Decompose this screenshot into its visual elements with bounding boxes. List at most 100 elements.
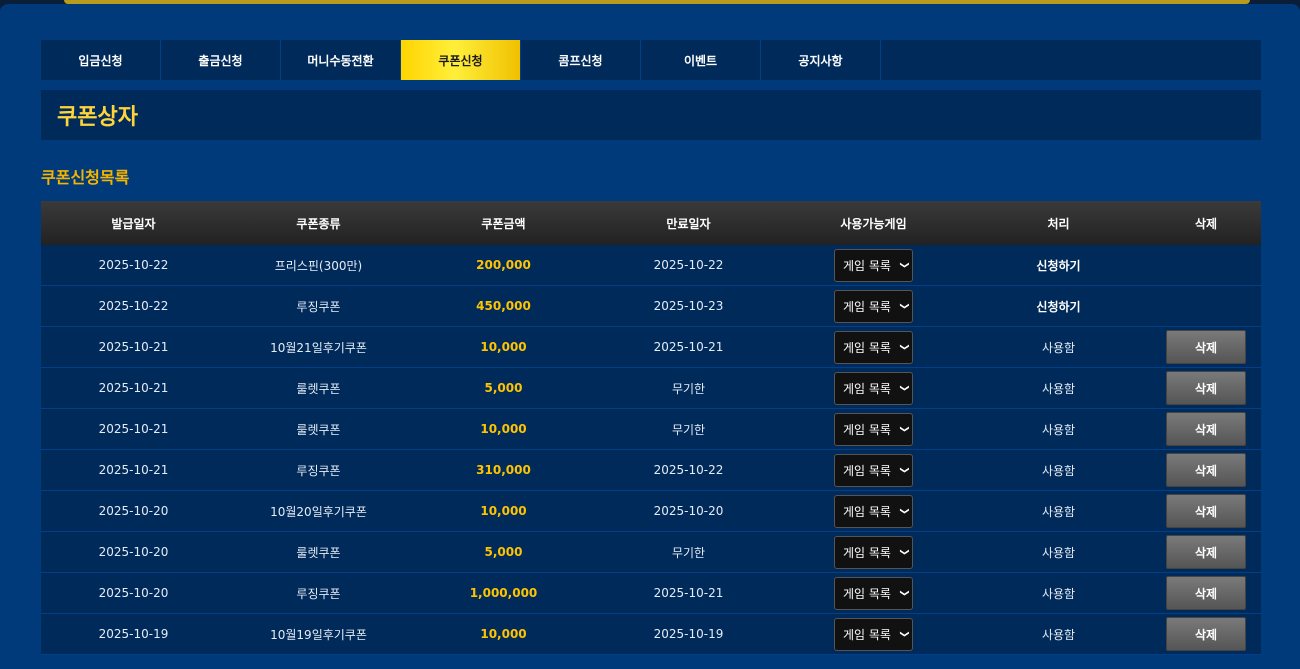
delete-button[interactable]: 삭제 bbox=[1166, 617, 1246, 651]
delete-button[interactable]: 삭제 bbox=[1166, 412, 1246, 446]
status-cell: 사용함 bbox=[1041, 545, 1076, 560]
coupon-type-cell: 루징쿠폰 bbox=[296, 463, 341, 478]
coupon-type-cell: 10월21일후기쿠폰 bbox=[270, 340, 367, 355]
chevron-down-icon: ❯ bbox=[899, 384, 910, 392]
coupon-amount-cell: 5,000 bbox=[411, 368, 596, 408]
delete-button[interactable]: 삭제 bbox=[1166, 371, 1246, 405]
table-row: 2025-10-21 루징쿠폰 310,000 2025-10-22 게임 목록 ❯ 사용함… bbox=[41, 450, 1261, 491]
expiry-date-cell: 2025-10-23 bbox=[653, 299, 724, 313]
issue-date-cell: 2025-10-22 bbox=[98, 299, 169, 313]
issue-date-cell: 2025-10-21 bbox=[98, 463, 169, 477]
game-list-select[interactable]: 게임 목록 ❯ bbox=[834, 535, 913, 569]
delete-button[interactable]: 삭제 bbox=[1166, 576, 1246, 610]
expiry-date-cell: 무기한 bbox=[671, 545, 706, 560]
expiry-date-cell: 무기한 bbox=[671, 381, 706, 396]
column-header-status: 처리 bbox=[1047, 216, 1070, 231]
issue-date-cell: 2025-10-22 bbox=[98, 258, 169, 272]
coupon-amount-cell: 10,000 bbox=[411, 327, 596, 367]
game-list-select[interactable]: 게임 목록 ❯ bbox=[834, 576, 913, 610]
status-cell: 사용함 bbox=[1041, 627, 1076, 642]
coupon-type-cell: 룰렛쿠폰 bbox=[296, 422, 341, 437]
game-list-select[interactable]: 게임 목록 ❯ bbox=[834, 453, 913, 487]
chevron-down-icon: ❯ bbox=[899, 630, 910, 638]
coupon-amount: 5,000 bbox=[484, 381, 523, 395]
column-header-coupon-type: 쿠폰종류 bbox=[296, 216, 341, 231]
delete-cell: 삭제 bbox=[1151, 614, 1261, 654]
status-cell: 사용함 bbox=[1041, 586, 1076, 601]
apply-link[interactable]: 신청하기 bbox=[966, 245, 1151, 285]
table-row: 2025-10-21 룰렛쿠폰 10,000 무기한 게임 목록 ❯ 사용함 삭제 bbox=[41, 409, 1261, 450]
issue-date-cell: 2025-10-19 bbox=[98, 627, 169, 641]
chevron-down-icon: ❯ bbox=[899, 507, 910, 515]
delete-cell: 삭제 bbox=[1151, 368, 1261, 408]
game-list-select[interactable]: 게임 목록 ❯ bbox=[834, 248, 913, 282]
issue-date-cell: 2025-10-21 bbox=[98, 340, 169, 354]
table-row: 2025-10-22 루징쿠폰 450,000 2025-10-23 게임 목록 ❯ 신청하… bbox=[41, 286, 1261, 327]
coupon-type-cell: 룰렛쿠폰 bbox=[296, 381, 341, 396]
tab-coupon[interactable]: 쿠폰신청 bbox=[401, 40, 521, 80]
coupon-amount-cell: 200,000 bbox=[411, 245, 596, 285]
game-list-select[interactable]: 게임 목록 ❯ bbox=[834, 371, 913, 405]
available-games-cell: 게임 목록 ❯ bbox=[781, 491, 966, 531]
table-header: 발급일자 쿠폰종류 쿠폰금액 만료일자 사용가능게임 처리 삭제 bbox=[41, 201, 1261, 245]
status-cell: 사용함 bbox=[1041, 504, 1076, 519]
table-body: 2025-10-22 프리스핀(300만) 200,000 2025-10-22 게임 … bbox=[41, 245, 1261, 655]
tab-withdraw[interactable]: 출금신청 bbox=[161, 40, 281, 80]
expiry-date-cell: 2025-10-21 bbox=[653, 586, 724, 600]
game-list-select-label: 게임 목록 bbox=[843, 381, 891, 396]
table-row: 2025-10-20 룰렛쿠폰 5,000 무기한 게임 목록 ❯ 사용함 삭제 bbox=[41, 532, 1261, 573]
tab-deposit[interactable]: 입금신청 bbox=[41, 40, 161, 80]
table-row: 2025-10-21 룰렛쿠폰 5,000 무기한 게임 목록 ❯ 사용함 삭제 bbox=[41, 368, 1261, 409]
chevron-down-icon: ❯ bbox=[899, 466, 910, 474]
delete-cell: 삭제 bbox=[1151, 450, 1261, 490]
delete-button[interactable]: 삭제 bbox=[1166, 453, 1246, 487]
coupon-table: 발급일자 쿠폰종류 쿠폰금액 만료일자 사용가능게임 처리 삭제 2025-10-22 프리스… bbox=[41, 201, 1261, 655]
column-header-delete: 삭제 bbox=[1194, 216, 1218, 231]
tab-notice[interactable]: 공지사항 bbox=[761, 40, 881, 80]
coupon-amount-cell: 1,000,000 bbox=[411, 573, 596, 613]
available-games-cell: 게임 목록 ❯ bbox=[781, 409, 966, 449]
status-cell: 사용함 bbox=[1041, 422, 1076, 437]
expiry-date-cell: 2025-10-22 bbox=[653, 463, 724, 477]
coupon-amount: 10,000 bbox=[480, 422, 527, 436]
game-list-select-label: 게임 목록 bbox=[843, 258, 891, 273]
issue-date-cell: 2025-10-20 bbox=[98, 586, 169, 600]
tab-comp[interactable]: 콤프신청 bbox=[521, 40, 641, 80]
available-games-cell: 게임 목록 ❯ bbox=[781, 327, 966, 367]
game-list-select[interactable]: 게임 목록 ❯ bbox=[834, 617, 913, 651]
expiry-date-cell: 2025-10-21 bbox=[653, 340, 724, 354]
game-list-select[interactable]: 게임 목록 ❯ bbox=[834, 494, 913, 528]
column-header-issue-date: 발급일자 bbox=[111, 216, 156, 231]
delete-cell bbox=[1151, 245, 1261, 285]
coupon-amount: 10,000 bbox=[480, 340, 527, 354]
coupon-amount-cell: 10,000 bbox=[411, 614, 596, 654]
game-list-select-label: 게임 목록 bbox=[843, 545, 891, 560]
coupon-amount: 10,000 bbox=[480, 627, 527, 641]
page-title-bar: 쿠폰상자 bbox=[41, 90, 1261, 140]
coupon-amount-cell: 5,000 bbox=[411, 532, 596, 572]
coupon-amount: 450,000 bbox=[476, 299, 531, 313]
column-header-coupon-amount: 쿠폰금액 bbox=[481, 216, 526, 231]
coupon-type-cell: 10월20일후기쿠폰 bbox=[270, 504, 367, 519]
available-games-cell: 게임 목록 ❯ bbox=[781, 286, 966, 326]
game-list-select-label: 게임 목록 bbox=[843, 627, 891, 642]
tab-event[interactable]: 이벤트 bbox=[641, 40, 761, 80]
coupon-amount: 1,000,000 bbox=[469, 586, 538, 600]
coupon-amount: 310,000 bbox=[476, 463, 531, 477]
delete-button[interactable]: 삭제 bbox=[1166, 330, 1246, 364]
tab-money-transfer[interactable]: 머니수동전환 bbox=[281, 40, 401, 80]
game-list-select[interactable]: 게임 목록 ❯ bbox=[834, 412, 913, 446]
coupon-type-cell: 프리스핀(300만) bbox=[274, 258, 363, 273]
issue-date-cell: 2025-10-20 bbox=[98, 545, 169, 559]
delete-button[interactable]: 삭제 bbox=[1166, 494, 1246, 528]
section-title: 쿠폰신청목록 bbox=[41, 168, 130, 187]
chevron-down-icon: ❯ bbox=[899, 261, 910, 269]
game-list-select[interactable]: 게임 목록 ❯ bbox=[834, 330, 913, 364]
game-list-select-label: 게임 목록 bbox=[843, 422, 891, 437]
game-list-select[interactable]: 게임 목록 ❯ bbox=[834, 289, 913, 323]
delete-button[interactable]: 삭제 bbox=[1166, 535, 1246, 569]
available-games-cell: 게임 목록 ❯ bbox=[781, 614, 966, 654]
delete-cell: 삭제 bbox=[1151, 327, 1261, 367]
apply-link[interactable]: 신청하기 bbox=[966, 286, 1151, 326]
game-list-select-label: 게임 목록 bbox=[843, 299, 891, 314]
